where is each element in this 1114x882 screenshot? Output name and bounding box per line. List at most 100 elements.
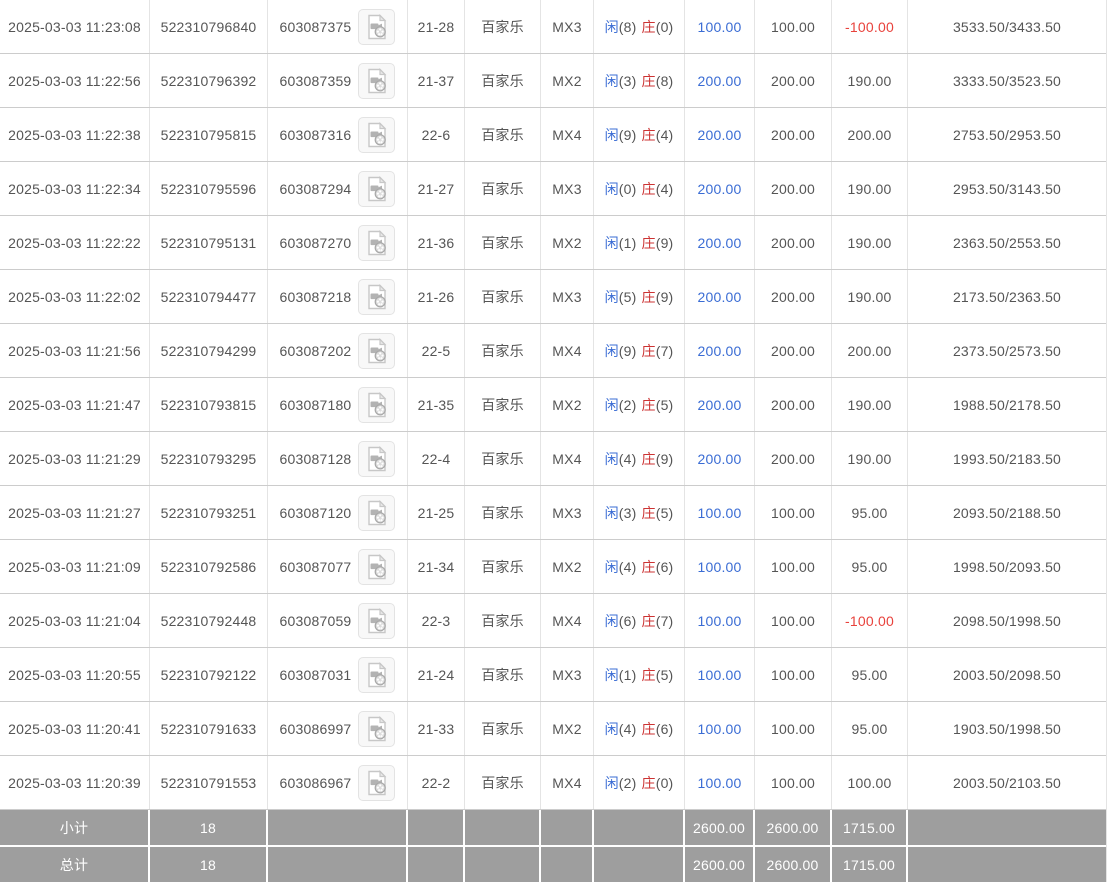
game-id-text: 603087375 <box>279 18 352 35</box>
player-label: 闲 <box>604 612 619 629</box>
cell-game-result: 闲 (1) 庄 (5) <box>594 648 685 701</box>
cell-game-id: 603087059 <box>268 594 408 647</box>
cell-round-number: 22-4 <box>408 432 465 485</box>
cell-table-code: MX2 <box>541 378 594 431</box>
cell-bet-time: 2025-03-03 11:21:29 <box>0 432 150 485</box>
table-row: 2025-03-03 11:22:38 522310795815 6030873… <box>0 108 1106 162</box>
player-label: 闲 <box>604 234 619 251</box>
banker-score: (5) <box>655 396 674 413</box>
summary-empty <box>465 847 541 882</box>
video-replay-button[interactable] <box>358 116 396 153</box>
video-file-icon <box>368 391 387 417</box>
cell-bet-id: 522310792586 <box>150 540 268 593</box>
summary-empty <box>465 810 541 845</box>
cell-table-code: MX2 <box>541 540 594 593</box>
table-row: 2025-03-03 11:22:02 522310794477 6030872… <box>0 270 1106 324</box>
video-replay-button[interactable] <box>358 62 396 99</box>
video-replay-button[interactable] <box>358 440 396 477</box>
cell-round-number: 21-27 <box>408 162 465 215</box>
cell-round-number: 21-34 <box>408 540 465 593</box>
cell-bet-id: 522310796392 <box>150 54 268 107</box>
cell-bet-time: 2025-03-03 11:21:47 <box>0 378 150 431</box>
banker-label: 庄 <box>641 612 656 629</box>
cell-valid-amount: 100.00 <box>755 702 832 755</box>
video-replay-button[interactable] <box>358 656 396 693</box>
cell-game-id: 603087218 <box>268 270 408 323</box>
summary-count: 18 <box>150 847 268 882</box>
video-replay-button[interactable] <box>358 224 396 261</box>
summary-empty <box>408 847 465 882</box>
cell-win-loss: 95.00 <box>832 486 908 539</box>
banker-score: (9) <box>655 234 674 251</box>
cell-valid-amount: 100.00 <box>755 648 832 701</box>
video-replay-button[interactable] <box>358 494 396 531</box>
video-replay-button[interactable] <box>358 764 396 801</box>
player-label: 闲 <box>604 396 619 413</box>
cell-game-type: 百家乐 <box>465 378 541 431</box>
cell-bet-id: 522310795131 <box>150 216 268 269</box>
cell-game-id: 603087031 <box>268 648 408 701</box>
cell-bet-id: 522310792448 <box>150 594 268 647</box>
cell-balance: 2003.50/2103.50 <box>952 774 1062 791</box>
cell-bet-amount: 200.00 <box>685 378 755 431</box>
video-replay-button[interactable] <box>358 602 396 639</box>
table-row: 2025-03-03 11:21:27 522310793251 6030871… <box>0 486 1106 540</box>
video-replay-button[interactable] <box>358 710 396 747</box>
player-label: 闲 <box>604 288 619 305</box>
banker-score: (5) <box>655 504 674 521</box>
cell-valid-amount: 100.00 <box>755 486 832 539</box>
cell-bet-time: 2025-03-03 11:20:55 <box>0 648 150 701</box>
cell-game-result: 闲 (4) 庄 (6) <box>594 702 685 755</box>
video-file-icon <box>368 607 387 633</box>
scrollbar-track[interactable] <box>1107 0 1114 881</box>
banker-label: 庄 <box>641 342 656 359</box>
summary-winloss-total: 1715.00 <box>832 810 908 845</box>
cell-bet-id: 522310795596 <box>150 162 268 215</box>
summary-empty <box>268 810 408 845</box>
summary-empty <box>594 847 685 882</box>
cell-balance: 1993.50/2183.50 <box>952 450 1062 467</box>
table-row: 2025-03-03 11:21:56 522310794299 6030872… <box>0 324 1106 378</box>
cell-bet-id: 522310791553 <box>150 756 268 809</box>
cell-bet-time: 2025-03-03 11:23:08 <box>0 0 150 53</box>
cell-game-type: 百家乐 <box>465 270 541 323</box>
cell-game-result: 闲 (3) 庄 (8) <box>594 54 685 107</box>
cell-bet-time: 2025-03-03 11:20:41 <box>0 702 150 755</box>
cell-game-id: 603087375 <box>268 0 408 53</box>
game-id-text: 603087294 <box>279 180 352 197</box>
cell-balance: 2363.50/2553.50 <box>952 234 1062 251</box>
cell-game-type: 百家乐 <box>465 432 541 485</box>
player-score: (3) <box>618 504 637 521</box>
banker-label: 庄 <box>641 180 656 197</box>
game-id-text: 603087031 <box>279 666 352 683</box>
video-file-icon <box>368 499 387 525</box>
game-id-text: 603087077 <box>279 558 352 575</box>
cell-valid-amount: 100.00 <box>755 540 832 593</box>
video-replay-button[interactable] <box>358 278 396 315</box>
video-replay-button[interactable] <box>358 170 396 207</box>
video-file-icon <box>368 283 387 309</box>
cell-valid-amount: 200.00 <box>755 216 832 269</box>
cell-game-id: 603087294 <box>268 162 408 215</box>
game-id-text: 603087270 <box>279 234 352 251</box>
cell-table-code: MX3 <box>541 0 594 53</box>
cell-table-code: MX2 <box>541 702 594 755</box>
player-score: (9) <box>618 342 637 359</box>
video-replay-button[interactable] <box>358 332 396 369</box>
banker-label: 庄 <box>641 288 656 305</box>
video-replay-button[interactable] <box>358 548 396 585</box>
cell-game-result: 闲 (9) 庄 (4) <box>594 108 685 161</box>
summary-winloss-total: 1715.00 <box>832 847 908 882</box>
table-row: 2025-03-03 11:21:09 522310792586 6030870… <box>0 540 1106 594</box>
cell-round-number: 21-33 <box>408 702 465 755</box>
video-replay-button[interactable] <box>358 8 396 45</box>
cell-game-id: 603087128 <box>268 432 408 485</box>
video-replay-button[interactable] <box>358 386 396 423</box>
cell-win-loss: 200.00 <box>832 324 908 377</box>
player-score: (1) <box>618 234 637 251</box>
cell-bet-amount: 200.00 <box>685 162 755 215</box>
cell-balance: 2753.50/2953.50 <box>952 126 1062 143</box>
cell-valid-amount: 100.00 <box>755 756 832 809</box>
cell-bet-amount: 100.00 <box>685 594 755 647</box>
cell-bet-id: 522310794299 <box>150 324 268 377</box>
